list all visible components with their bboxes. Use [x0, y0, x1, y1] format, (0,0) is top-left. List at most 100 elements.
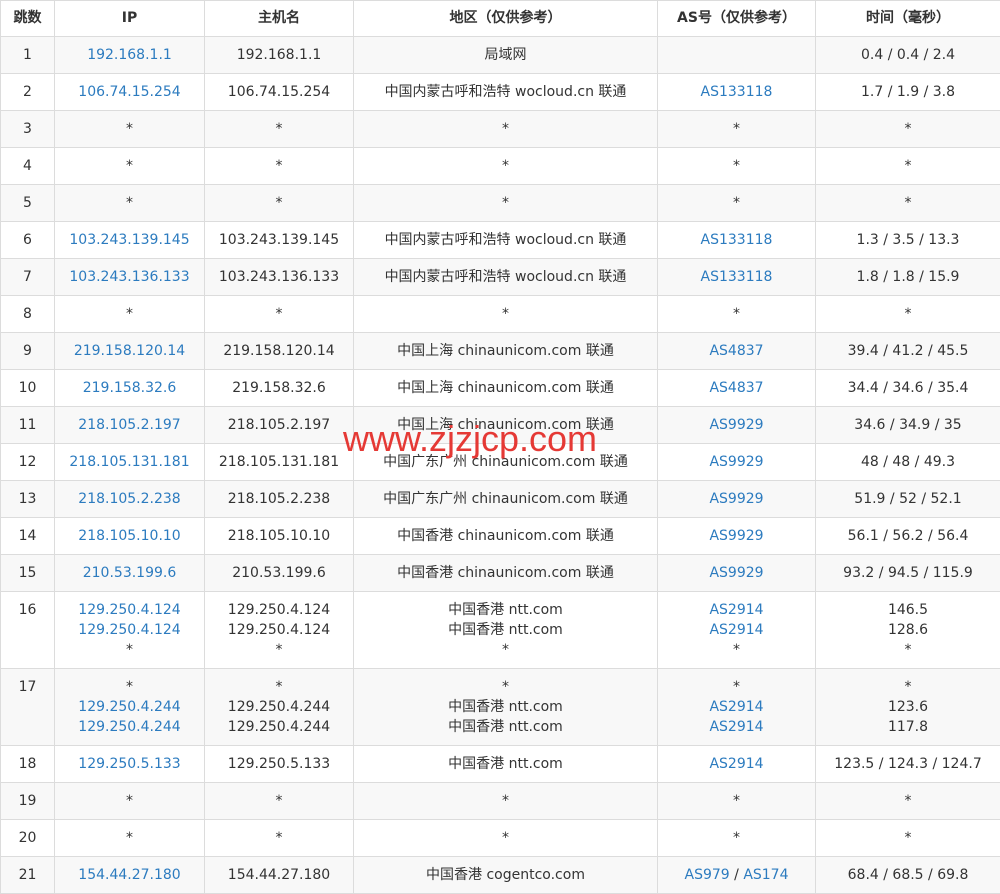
traceroute-table: 跳数 IP 主机名 地区（仅供参考） AS号（仅供参考） 时间（毫秒） 1192…: [0, 0, 1000, 894]
ip-cell-value[interactable]: 154.44.27.180: [55, 865, 204, 885]
ip-cell-value[interactable]: 218.105.2.197: [55, 415, 204, 435]
ip-cell-value[interactable]: 219.158.32.6: [55, 378, 204, 398]
as-line: *: [658, 677, 815, 697]
time-cell-value: 123.6: [816, 697, 1000, 717]
header-region: 地区（仅供参考）: [354, 1, 658, 37]
region-cell-value: 局域网: [354, 45, 657, 65]
region-cell: 中国内蒙古呼和浩特 wocloud.cn 联通: [354, 222, 658, 259]
hostname-cell-content: 210.53.199.6: [205, 555, 353, 583]
as-number-link[interactable]: AS2914: [709, 699, 763, 715]
as-number-link[interactable]: AS9929: [709, 491, 763, 507]
ip-cell-value[interactable]: 218.105.2.238: [55, 489, 204, 509]
region-cell: *: [354, 111, 658, 148]
hop-number: 19: [1, 791, 54, 811]
time-cell: *: [816, 185, 1000, 222]
hop-cell: 12: [1, 444, 55, 481]
time-cell: 0.4 / 0.4 / 2.4: [816, 37, 1000, 74]
hostname-cell-content: 103.243.136.133: [205, 259, 353, 287]
ip-cell-value[interactable]: 129.250.5.133: [55, 754, 204, 774]
hop-cell-content: 19: [1, 783, 54, 811]
as-cell-content: AS4837: [658, 333, 815, 361]
ip-cell-value[interactable]: 129.250.4.244: [55, 697, 204, 717]
as-number-link[interactable]: AS4837: [709, 343, 763, 359]
as-cell-content: AS2914AS2914*: [658, 592, 815, 660]
hostname-cell-content: *: [205, 296, 353, 324]
hop-cell: 15: [1, 555, 55, 592]
ip-cell-value[interactable]: 103.243.139.145: [55, 230, 204, 250]
ip-cell: 129.250.5.133: [55, 746, 205, 783]
hop-cell: 3: [1, 111, 55, 148]
hostname-cell-content: 219.158.32.6: [205, 370, 353, 398]
time-cell-content: *: [816, 111, 1000, 139]
time-cell-content: *: [816, 783, 1000, 811]
hop-cell-content: 6: [1, 222, 54, 250]
as-number-link[interactable]: AS133118: [701, 84, 773, 100]
region-cell-content: 中国香港 chinaunicom.com 联通: [354, 555, 657, 583]
as-cell-content: AS9929: [658, 518, 815, 546]
hop-cell-content: 8: [1, 296, 54, 324]
hop-cell-content: 12: [1, 444, 54, 472]
as-cell: *: [658, 783, 816, 820]
hop-number: 12: [1, 452, 54, 472]
ip-cell: 103.243.136.133: [55, 259, 205, 296]
hop-number: 14: [1, 526, 54, 546]
as-number-link[interactable]: AS979: [685, 867, 730, 883]
as-line: AS133118: [658, 267, 815, 287]
time-cell-value: *: [816, 828, 1000, 848]
time-cell: 123.5 / 124.3 / 124.7: [816, 746, 1000, 783]
ip-cell-value[interactable]: 210.53.199.6: [55, 563, 204, 583]
time-cell: 48 / 48 / 49.3: [816, 444, 1000, 481]
as-number-link[interactable]: AS9929: [709, 565, 763, 581]
as-number-link[interactable]: AS9929: [709, 528, 763, 544]
hop-cell: 1: [1, 37, 55, 74]
as-number-link: *: [733, 195, 740, 211]
as-number-link[interactable]: AS2914: [709, 756, 763, 772]
ip-cell-value[interactable]: 218.105.10.10: [55, 526, 204, 546]
as-number-link[interactable]: AS9929: [709, 454, 763, 470]
region-cell-content: *: [354, 783, 657, 811]
as-number-link[interactable]: AS174: [743, 867, 788, 883]
as-number-link[interactable]: AS2914: [709, 602, 763, 618]
as-number-link[interactable]: AS133118: [701, 269, 773, 285]
as-number-link[interactable]: AS9929: [709, 417, 763, 433]
ip-cell-value[interactable]: 192.168.1.1: [55, 45, 204, 65]
hostname-cell-value: *: [205, 119, 353, 139]
hop-cell: 8: [1, 296, 55, 333]
hostname-cell-value: 219.158.120.14: [205, 341, 353, 361]
as-number-link[interactable]: AS4837: [709, 380, 763, 396]
ip-cell: 219.158.120.14: [55, 333, 205, 370]
hostname-cell-value: 106.74.15.254: [205, 82, 353, 102]
ip-cell-content: *: [55, 148, 204, 176]
ip-cell-value: *: [55, 677, 204, 697]
as-number-link[interactable]: AS2914: [709, 719, 763, 735]
ip-cell-value[interactable]: 218.105.131.181: [55, 452, 204, 472]
hostname-cell: 218.105.2.238: [205, 481, 354, 518]
ip-cell-value[interactable]: 103.243.136.133: [55, 267, 204, 287]
ip-cell: 210.53.199.6: [55, 555, 205, 592]
ip-cell: 218.105.2.197: [55, 407, 205, 444]
ip-cell-value[interactable]: 129.250.4.124: [55, 620, 204, 640]
hop-cell: 10: [1, 370, 55, 407]
hop-cell-content: 14: [1, 518, 54, 546]
region-cell-value: 中国上海 chinaunicom.com 联通: [354, 341, 657, 361]
ip-cell-value[interactable]: 129.250.4.244: [55, 717, 204, 737]
ip-cell-content: 218.105.2.197: [55, 407, 204, 435]
region-cell-content: *: [354, 296, 657, 324]
ip-cell: *: [55, 296, 205, 333]
as-number-link[interactable]: AS2914: [709, 622, 763, 638]
ip-cell-value[interactable]: 219.158.120.14: [55, 341, 204, 361]
as-number-link[interactable]: AS133118: [701, 232, 773, 248]
hostname-cell-value: 103.243.136.133: [205, 267, 353, 287]
hostname-cell-content: 129.250.4.124129.250.4.124*: [205, 592, 353, 660]
region-cell: *: [354, 820, 658, 857]
hostname-cell: *: [205, 783, 354, 820]
ip-cell-value[interactable]: 106.74.15.254: [55, 82, 204, 102]
ip-cell-value[interactable]: 129.250.4.124: [55, 600, 204, 620]
time-cell-value: *: [816, 156, 1000, 176]
hop-number: 16: [1, 600, 54, 620]
region-cell-content: 中国广东广州 chinaunicom.com 联通: [354, 481, 657, 509]
hostname-cell-content: *: [205, 111, 353, 139]
ip-cell-content: *: [55, 111, 204, 139]
as-cell: AS9929: [658, 555, 816, 592]
hostname-cell-value: 218.105.2.238: [205, 489, 353, 509]
